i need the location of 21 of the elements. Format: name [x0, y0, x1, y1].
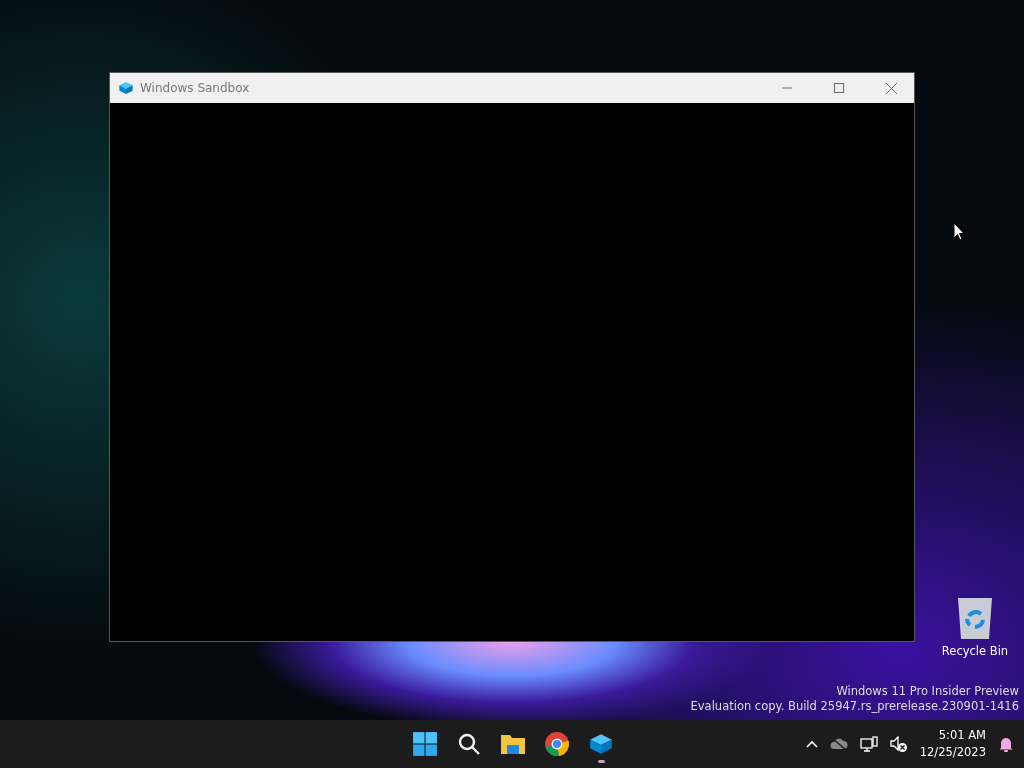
clock-time: 5:01 AM [938, 727, 986, 744]
network-icon[interactable] [859, 735, 878, 753]
desktop-icon-label[interactable]: Recycle Bin [941, 644, 1009, 658]
browser-icon[interactable] [544, 731, 570, 757]
search-icon[interactable] [457, 732, 481, 756]
build-info-text: Evaluation copy. Build 25947.rs_prerelease.230901-1416 [690, 699, 1019, 714]
sandbox-icon [118, 80, 134, 96]
close-icon [885, 82, 897, 94]
bell-icon[interactable] [998, 736, 1014, 752]
chevron-up-icon[interactable] [805, 740, 818, 748]
mouse-pointer-icon [953, 222, 965, 241]
clock-date: 12/25/2023 [919, 744, 986, 761]
clock[interactable]: 5:01 AM 12/25/2023 [919, 727, 986, 761]
cloud-off-icon[interactable] [829, 737, 848, 751]
recycle-bin-icon[interactable] [955, 596, 995, 640]
window-title: Windows Sandbox [140, 81, 251, 95]
folder-icon[interactable] [500, 732, 526, 756]
speaker-muted-icon[interactable] [889, 735, 908, 753]
maximize-icon [834, 83, 844, 93]
build-info-text: Windows 11 Pro Insider Preview [836, 684, 1019, 699]
start-icon[interactable] [412, 731, 438, 757]
